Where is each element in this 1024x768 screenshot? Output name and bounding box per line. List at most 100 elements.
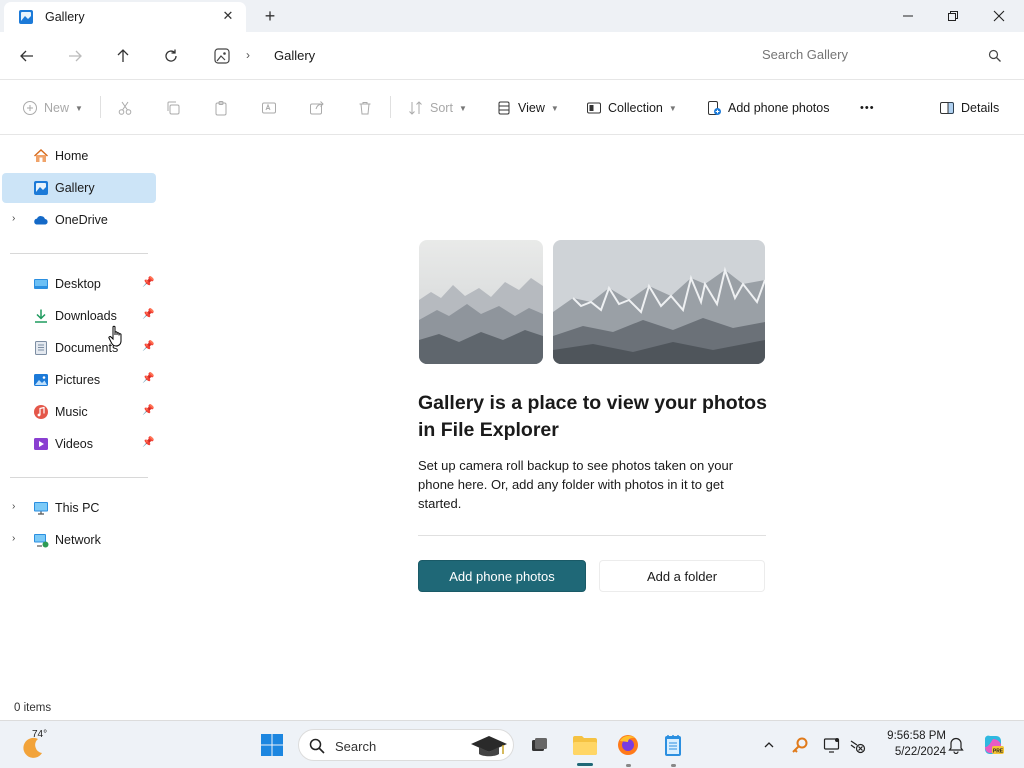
gallery-icon: [33, 180, 49, 196]
rename-button[interactable]: [261, 98, 283, 118]
music-icon: [33, 404, 49, 420]
windows-logo-icon: [261, 734, 283, 756]
nav-divider: [10, 253, 148, 254]
nav-item-home[interactable]: Home: [2, 141, 156, 171]
paste-button[interactable]: [213, 98, 235, 118]
tab-gallery[interactable]: Gallery ✕: [4, 2, 246, 32]
videos-icon: [33, 436, 49, 452]
chevron-down-icon: ▼: [458, 103, 467, 113]
rename-icon: [261, 100, 277, 116]
up-button[interactable]: [111, 44, 135, 68]
weather-widget[interactable]: 74°: [20, 729, 60, 761]
firefox-taskbar-button[interactable]: [613, 730, 643, 760]
add-phone-photos-command[interactable]: Add phone photos: [706, 98, 829, 118]
gallery-breadcrumb-icon[interactable]: [212, 46, 232, 66]
copy-button[interactable]: [165, 98, 187, 118]
command-divider: [100, 96, 101, 118]
network-tray-icon[interactable]: [847, 735, 867, 755]
close-window-button[interactable]: [976, 0, 1022, 32]
taskbar-search[interactable]: Search: [298, 729, 514, 761]
nav-item-gallery[interactable]: Gallery: [2, 173, 156, 203]
back-button[interactable]: [15, 44, 39, 68]
start-button[interactable]: [257, 730, 287, 760]
search-icon: [309, 738, 325, 754]
breadcrumb-separator[interactable]: ›: [246, 48, 250, 62]
nav-item-network[interactable]: › Network: [2, 525, 156, 555]
add-a-folder-button[interactable]: Add a folder: [599, 560, 765, 592]
view-icon: [496, 100, 512, 116]
refresh-icon: [165, 49, 177, 62]
hand-cursor-icon: [108, 325, 122, 347]
nav-item-pictures[interactable]: Pictures 📌: [2, 365, 156, 395]
active-app-indicator: [577, 763, 593, 766]
key-tray-icon[interactable]: [790, 735, 810, 755]
search-box[interactable]: [748, 40, 1012, 72]
pin-icon[interactable]: 📌: [142, 405, 154, 416]
nav-item-documents[interactable]: Documents 📌: [2, 333, 156, 363]
nav-item-onedrive[interactable]: › OneDrive: [2, 205, 156, 235]
more-options-button[interactable]: •••: [860, 98, 875, 118]
nav-item-videos[interactable]: Videos 📌: [2, 429, 156, 459]
forward-button[interactable]: [63, 44, 87, 68]
nav-item-downloads[interactable]: Downloads 📌: [2, 301, 156, 331]
display-tray-icon[interactable]: [822, 735, 842, 755]
pin-icon[interactable]: 📌: [142, 309, 154, 320]
breadcrumb-gallery[interactable]: Gallery: [274, 48, 315, 63]
svg-text:PRE: PRE: [993, 749, 1004, 755]
snowy-mountain-photo-placeholder: [553, 240, 765, 364]
nav-item-this-pc[interactable]: › This PC: [2, 493, 156, 523]
nav-item-music[interactable]: Music 📌: [2, 397, 156, 427]
cut-button[interactable]: [117, 98, 139, 118]
address-bar: › Gallery: [0, 32, 1024, 80]
clock-time: 9:56:58 PM: [887, 730, 946, 742]
notepad-icon: [665, 735, 681, 756]
details-button[interactable]: Details: [939, 98, 999, 118]
copilot-button[interactable]: PRE: [980, 732, 1006, 758]
show-hidden-icons-button[interactable]: [759, 735, 779, 755]
copy-icon: [165, 100, 181, 116]
expand-chevron-icon[interactable]: ›: [12, 213, 15, 224]
share-icon: [309, 100, 325, 116]
task-view-button[interactable]: [524, 730, 554, 760]
new-button[interactable]: New ▼: [22, 98, 83, 118]
new-label: New: [44, 101, 70, 115]
collection-icon: [586, 100, 602, 116]
folder-icon: [573, 736, 597, 755]
trash-icon: [357, 100, 373, 116]
expand-chevron-icon[interactable]: ›: [12, 501, 15, 512]
firefox-icon: [618, 735, 638, 755]
refresh-button[interactable]: [159, 44, 183, 68]
chevron-down-icon: ▼: [668, 103, 677, 113]
documents-icon: [33, 340, 49, 356]
view-button[interactable]: View ▼: [496, 98, 559, 118]
command-bar: New ▼ Sort ▼ View ▼ Collection ▼ Add pho…: [0, 80, 1024, 135]
nav-item-desktop[interactable]: Desktop 📌: [2, 269, 156, 299]
notepad-taskbar-button[interactable]: [658, 730, 688, 760]
this-pc-icon: [33, 500, 49, 516]
add-phone-photos-button[interactable]: Add phone photos: [418, 560, 586, 592]
search-input[interactable]: [762, 47, 972, 62]
pin-icon[interactable]: 📌: [142, 437, 154, 448]
running-indicator: [626, 764, 631, 767]
file-explorer-taskbar-button[interactable]: [570, 730, 600, 760]
notifications-button[interactable]: [946, 735, 966, 755]
forward-arrow-icon: [69, 50, 82, 62]
navigation-pane: Home Gallery › OneDrive Desktop 📌 Downlo…: [0, 135, 160, 698]
share-button[interactable]: [309, 98, 331, 118]
minimize-button[interactable]: [885, 0, 931, 32]
sort-button[interactable]: Sort ▼: [408, 98, 467, 118]
pin-icon[interactable]: 📌: [142, 277, 154, 288]
collection-button[interactable]: Collection ▼: [586, 98, 677, 118]
pin-icon[interactable]: 📌: [142, 373, 154, 384]
expand-chevron-icon[interactable]: ›: [12, 533, 15, 544]
add-phone-photos-label: Add phone photos: [728, 101, 830, 115]
clock[interactable]: 9:56:58 PM 5/22/2024: [876, 728, 946, 760]
pin-icon[interactable]: 📌: [142, 341, 154, 352]
restore-button[interactable]: [930, 0, 976, 32]
chevron-up-icon: [764, 742, 774, 748]
new-tab-button[interactable]: +: [260, 6, 280, 26]
close-tab-icon[interactable]: ✕: [220, 8, 236, 24]
downloads-icon: [33, 308, 49, 324]
delete-button[interactable]: [357, 98, 379, 118]
add-phone-icon: [706, 100, 722, 116]
